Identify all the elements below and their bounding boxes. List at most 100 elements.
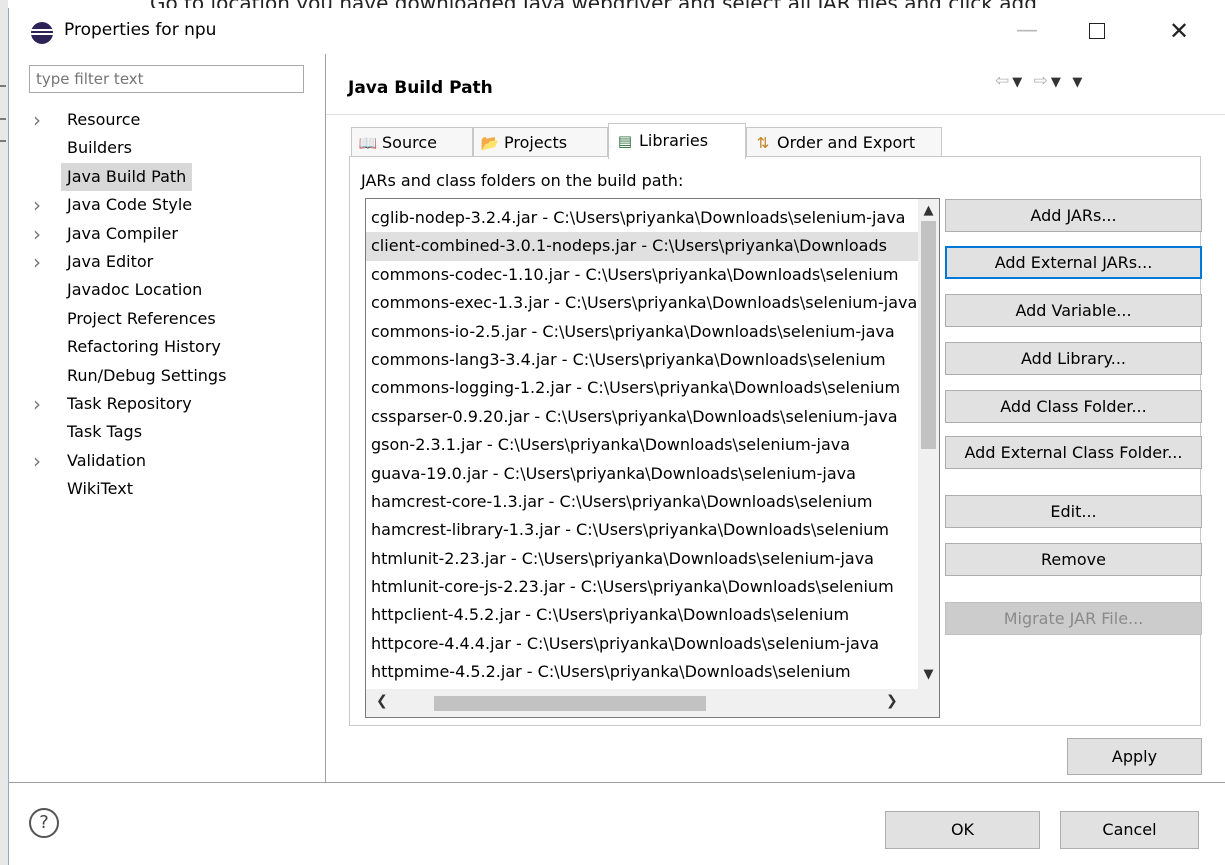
tree-item-java-build-path[interactable]: Java Build Path xyxy=(29,162,329,192)
tree-item-label: Validation xyxy=(67,450,147,470)
tree-item-label: Task Tags xyxy=(67,422,143,442)
libraries-icon: ▤ xyxy=(617,132,633,150)
jar-rows: cglib-nodep-3.2.4.jar - C:\Users\priyank… xyxy=(366,204,918,687)
chevron-right-icon[interactable]: › xyxy=(33,220,47,248)
tab-projects[interactable]: 📂 Projects xyxy=(473,127,608,157)
tree-item-label: Java Build Path xyxy=(61,162,193,192)
filter-input[interactable] xyxy=(29,65,304,93)
scroll-corner xyxy=(918,689,939,717)
jar-list-item[interactable]: gson-2.3.1.jar - C:\Users\priyanka\Downl… xyxy=(366,431,918,459)
tree-item-builders[interactable]: Builders xyxy=(29,134,329,162)
back-arrow-icon[interactable]: ⇦ xyxy=(995,71,1012,91)
scroll-left-icon[interactable]: ❮ xyxy=(376,693,388,709)
tree-item-label: Builders xyxy=(67,138,132,158)
tree-item-javadoc-location[interactable]: Javadoc Location xyxy=(29,276,329,304)
edit-button[interactable]: Edit... xyxy=(945,495,1202,528)
jar-list[interactable]: cglib-nodep-3.2.4.jar - C:\Users\priyank… xyxy=(365,198,940,718)
help-icon[interactable]: ? xyxy=(29,808,59,838)
chevron-right-icon[interactable]: › xyxy=(33,447,47,475)
chevron-right-icon[interactable]: › xyxy=(33,106,47,134)
window-title: Properties for npu xyxy=(64,20,217,40)
jar-list-item[interactable]: htmlunit-core-js-2.23.jar - C:\Users\pri… xyxy=(366,573,918,601)
tree-item-wikitext[interactable]: WikiText xyxy=(29,475,329,503)
tree-item-label: Run/Debug Settings xyxy=(67,365,227,385)
jar-list-item[interactable]: guava-19.0.jar - C:\Users\priyanka\Downl… xyxy=(366,460,918,488)
scroll-up-icon[interactable]: ▲ xyxy=(918,203,939,218)
tree-item-label: Refactoring History xyxy=(67,337,221,357)
tab-label: Source xyxy=(382,133,437,152)
add-library-button[interactable]: Add Library... xyxy=(945,342,1202,375)
view-menu-icon[interactable]: ▼ xyxy=(1072,75,1085,90)
jar-list-item[interactable]: htmlunit-2.23.jar - C:\Users\priyanka\Do… xyxy=(366,545,918,573)
chevron-right-icon[interactable]: › xyxy=(33,248,47,276)
scroll-down-icon[interactable]: ▼ xyxy=(918,667,939,682)
tree-item-validation[interactable]: › Validation xyxy=(29,447,329,475)
tree-item-java-code-style[interactable]: › Java Code Style xyxy=(29,191,329,219)
tree-item-java-editor[interactable]: › Java Editor xyxy=(29,248,329,276)
tree-item-label: Java Code Style xyxy=(67,195,193,215)
tree-item-task-tags[interactable]: Task Tags xyxy=(29,418,329,446)
panel-divider[interactable] xyxy=(325,54,326,782)
jar-list-item[interactable]: httpmime-4.5.2.jar - C:\Users\priyanka\D… xyxy=(366,658,918,686)
horizontal-scroll-thumb[interactable] xyxy=(434,696,706,711)
tab-label: Projects xyxy=(504,133,568,152)
property-page-tree: › Resource Builders Java Build Path › Java Co… xyxy=(29,106,329,503)
vertical-scroll-thumb[interactable] xyxy=(921,221,936,449)
apply-button[interactable]: Apply xyxy=(1067,738,1202,775)
forward-arrow-icon[interactable]: ⇨ xyxy=(1034,71,1051,91)
page-title: Java Build Path xyxy=(348,78,493,98)
jar-list-item[interactable]: commons-codec-1.10.jar - C:\Users\priyan… xyxy=(366,261,918,289)
migrate-jar-button: Migrate JAR File... xyxy=(945,602,1202,635)
jar-list-item[interactable]: commons-exec-1.3.jar - C:\Users\priyanka… xyxy=(366,289,918,317)
tree-item-refactoring-history[interactable]: Refactoring History xyxy=(29,333,329,361)
horizontal-scrollbar[interactable]: ❮ ❯ xyxy=(366,689,918,717)
jar-list-item[interactable]: hamcrest-core-1.3.jar - C:\Users\priyank… xyxy=(366,488,918,516)
back-dropdown-icon[interactable]: ▼ xyxy=(1012,75,1025,90)
add-external-class-folder-button[interactable]: Add External Class Folder... xyxy=(945,436,1202,469)
jar-list-item[interactable]: commons-logging-1.2.jar - C:\Users\priya… xyxy=(366,374,918,402)
tree-item-project-references[interactable]: Project References xyxy=(29,305,329,333)
jar-list-item[interactable]: httpclient-4.5.2.jar - C:\Users\priyanka… xyxy=(366,601,918,629)
jar-list-item[interactable]: cssparser-0.9.20.jar - C:\Users\priyanka… xyxy=(366,403,918,431)
close-icon[interactable]: ✕ xyxy=(1159,14,1199,48)
chevron-right-icon[interactable]: › xyxy=(33,390,47,418)
remove-button[interactable]: Remove xyxy=(945,543,1202,576)
minimize-icon[interactable]: — xyxy=(1007,14,1047,48)
history-navigation: ⇦▼ ⇨▼ ▼ xyxy=(995,71,1085,91)
add-jars-button[interactable]: Add JARs... xyxy=(945,199,1202,232)
footer-separator xyxy=(9,782,1225,783)
tab-libraries[interactable]: ▤ Libraries xyxy=(608,123,746,159)
chevron-right-icon[interactable]: › xyxy=(33,191,47,219)
tree-item-label: Resource xyxy=(67,110,141,129)
add-class-folder-button[interactable]: Add Class Folder... xyxy=(945,390,1202,423)
tree-item-resource[interactable]: › Resource xyxy=(29,106,329,134)
jar-list-item[interactable]: cglib-nodep-3.2.4.jar - C:\Users\priyank… xyxy=(366,204,918,232)
tree-item-run-debug-settings[interactable]: Run/Debug Settings xyxy=(29,362,329,390)
header-separator xyxy=(326,114,1225,115)
tab-order-and-export[interactable]: ⇅ Order and Export xyxy=(746,127,942,157)
ok-button[interactable]: OK xyxy=(885,811,1040,849)
forward-dropdown-icon[interactable]: ▼ xyxy=(1051,75,1064,90)
add-external-jars-button[interactable]: Add External JARs... xyxy=(945,246,1202,279)
jar-list-item[interactable]: client-combined-3.0.1-nodeps.jar - C:\Us… xyxy=(366,232,918,261)
source-folder-icon: 📖 xyxy=(358,134,378,152)
order-export-icon: ⇅ xyxy=(756,134,770,152)
jar-list-item[interactable]: httpcore-4.4.4.jar - C:\Users\priyanka\D… xyxy=(366,630,918,658)
scroll-right-icon[interactable]: ❯ xyxy=(886,693,898,709)
tab-label: Order and Export xyxy=(777,133,916,152)
tab-source[interactable]: 📖 Source xyxy=(351,127,473,157)
jar-list-item[interactable]: hamcrest-library-1.3.jar - C:\Users\priy… xyxy=(366,516,918,544)
eclipse-icon xyxy=(31,22,53,44)
maximize-icon[interactable] xyxy=(1077,14,1117,48)
tree-item-java-compiler[interactable]: › Java Compiler xyxy=(29,220,329,248)
jar-list-item[interactable]: commons-lang3-3.4.jar - C:\Users\priyank… xyxy=(366,346,918,374)
title-bar[interactable]: Properties for npu — ✕ xyxy=(9,8,1225,54)
tab-label: Libraries xyxy=(639,131,709,150)
tree-item-task-repository[interactable]: › Task Repository xyxy=(29,390,329,418)
tree-item-label: WikiText xyxy=(67,479,133,499)
jar-list-item[interactable]: commons-io-2.5.jar - C:\Users\priyanka\D… xyxy=(366,318,918,346)
vertical-scrollbar[interactable]: ▲ ▼ xyxy=(918,199,939,689)
tree-item-label: Task Repository xyxy=(67,393,192,413)
add-variable-button[interactable]: Add Variable... xyxy=(945,294,1202,327)
cancel-button[interactable]: Cancel xyxy=(1060,811,1199,849)
